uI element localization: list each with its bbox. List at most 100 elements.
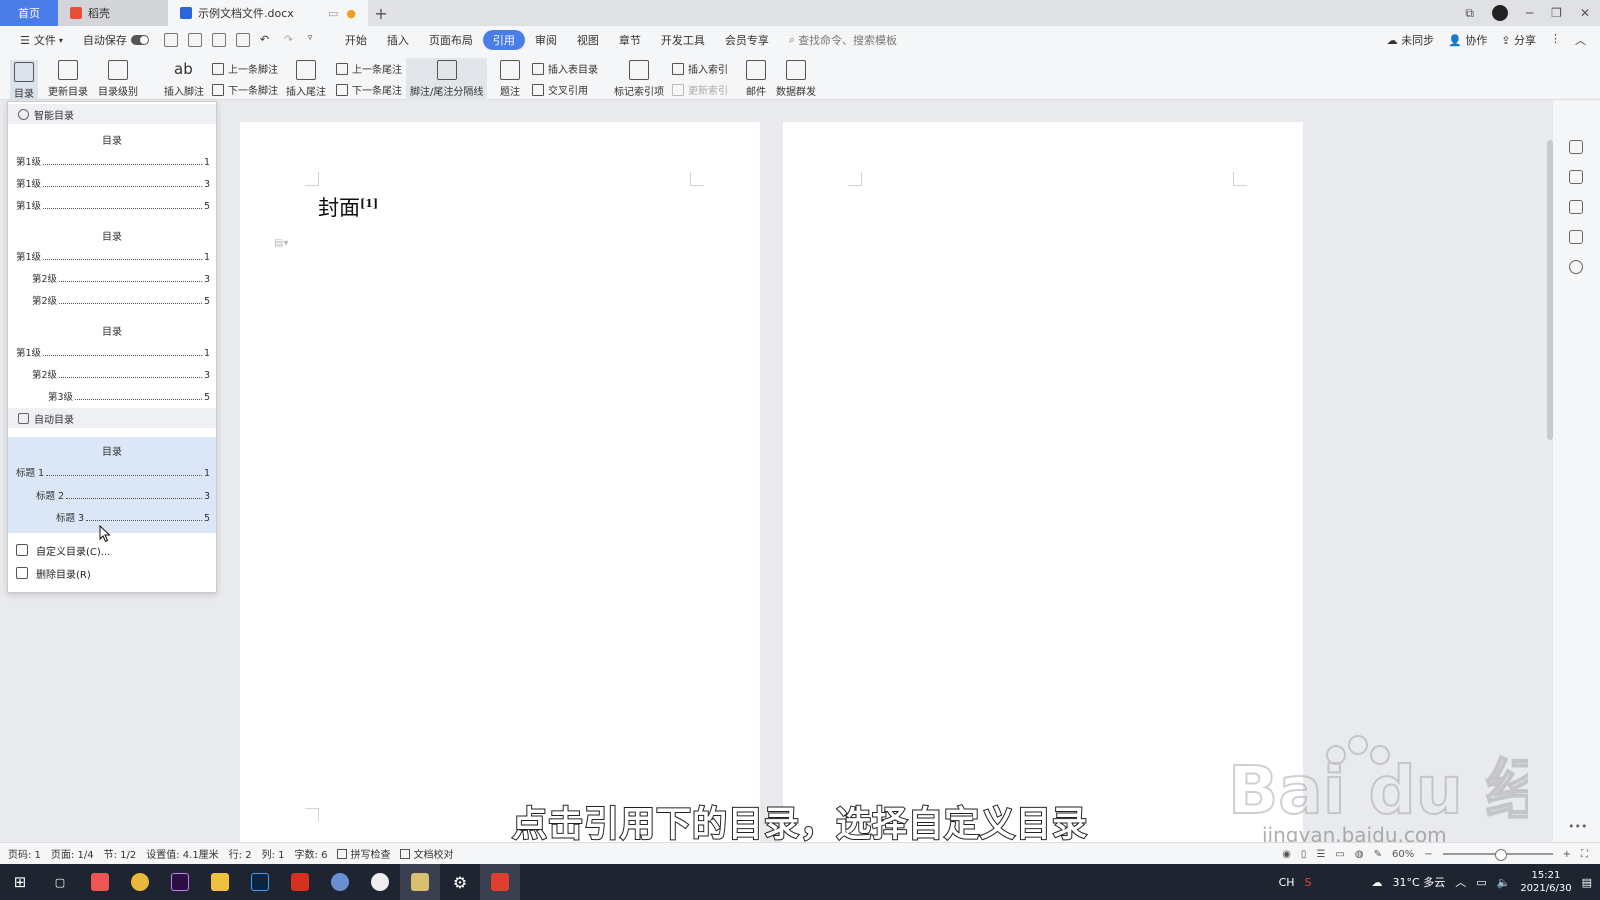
web-view-icon[interactable]: ◍: [1355, 849, 1364, 860]
page-view-icon[interactable]: ▯: [1301, 849, 1307, 860]
next-endnote-button[interactable]: 下一条尾注: [336, 82, 402, 97]
new-tab-button[interactable]: +: [368, 0, 394, 26]
share-button[interactable]: ⇪ 分享: [1501, 32, 1536, 48]
zoom-in-icon[interactable]: +: [1563, 849, 1571, 860]
command-search[interactable]: ⌕ 查找命令、搜索模板: [779, 30, 907, 50]
next-footnote-button[interactable]: 下一条脚注: [212, 82, 278, 97]
sync-button[interactable]: ☁ 未同步: [1387, 32, 1435, 48]
customize-chevron-icon[interactable]: ▿: [308, 33, 322, 47]
taskbar-explorer[interactable]: [200, 864, 240, 900]
custom-toc-item[interactable]: 自定义目录(C)...: [16, 540, 211, 560]
menu-tab-layout[interactable]: 页面布局: [419, 30, 483, 50]
more-icon[interactable]: ⋮: [1550, 32, 1561, 48]
taskbar-app-2[interactable]: [320, 864, 360, 900]
status-section[interactable]: 节: 1/2: [104, 846, 137, 861]
clock[interactable]: 15:21 2021/6/30: [1520, 869, 1571, 895]
zoom-out-icon[interactable]: −: [1424, 849, 1432, 860]
taskbar-premiere[interactable]: [160, 864, 200, 900]
menu-tab-member[interactable]: 会员专享: [715, 30, 779, 50]
close-icon[interactable]: ✕: [1580, 6, 1590, 20]
status-pages[interactable]: 页面: 1/4: [51, 846, 94, 861]
menu-tab-start[interactable]: 开始: [335, 30, 377, 50]
menu-tab-references[interactable]: 引用: [482, 30, 525, 50]
mail-button[interactable]: 邮件: [746, 60, 766, 98]
taskbar-wps-writer[interactable]: [480, 864, 520, 900]
data-mail-button[interactable]: 数据群发: [776, 60, 816, 98]
sogou-icon[interactable]: S: [1305, 876, 1312, 889]
taskbar-wps[interactable]: [280, 864, 320, 900]
toc-button[interactable]: 目录: [10, 60, 38, 102]
style-icon[interactable]: [1569, 140, 1583, 154]
weather-icon[interactable]: ☁: [1372, 876, 1383, 889]
zoom-value[interactable]: 60%: [1392, 849, 1414, 860]
write-view-icon[interactable]: ✎: [1374, 849, 1382, 860]
footnote-reference[interactable]: [1]: [360, 197, 378, 210]
cross-ref-button[interactable]: 交叉引用: [532, 82, 588, 97]
insert-table-of-figures-button[interactable]: 插入表目录: [532, 61, 598, 76]
redo-icon[interactable]: ↷: [284, 33, 298, 47]
network-icon[interactable]: ▭: [1476, 876, 1486, 889]
separator-button[interactable]: 脚注/尾注分隔线: [406, 58, 488, 100]
paragraph-options-icon[interactable]: ▤▾: [274, 238, 288, 249]
print-icon[interactable]: [211, 33, 226, 47]
taskbar-photoshop[interactable]: [240, 864, 280, 900]
pen-icon[interactable]: [1569, 170, 1583, 184]
eye-protection-icon[interactable]: ◉: [1282, 849, 1291, 860]
fullscreen-icon[interactable]: ⛶: [1581, 849, 1588, 860]
collapse-ribbon-icon[interactable]: ︿: [1575, 32, 1586, 48]
save-icon[interactable]: [163, 33, 178, 47]
delete-toc-item[interactable]: 删除目录(R): [16, 563, 211, 583]
taskbar-settings[interactable]: ⚙: [440, 864, 480, 900]
update-index-button[interactable]: 更新索引: [672, 82, 728, 97]
auto-toc-option[interactable]: 目录 标题 1 1 标题 2 3 标题 3 5: [8, 437, 216, 533]
taskbar-app-1[interactable]: [80, 864, 120, 900]
spellcheck-toggle[interactable]: 拼写检查: [337, 846, 390, 861]
menu-tab-insert[interactable]: 插入: [377, 30, 419, 50]
document-heading[interactable]: 封面[1]: [318, 192, 378, 222]
doc-check-toggle[interactable]: 文档校对: [400, 846, 453, 861]
prev-footnote-button[interactable]: 上一条脚注: [212, 61, 278, 76]
notification-icon[interactable]: ▤: [1582, 876, 1592, 889]
tab-home[interactable]: 首页: [0, 0, 58, 26]
mark-index-button[interactable]: 标记索引项: [614, 60, 664, 98]
insert-footnote-button[interactable]: ab 插入脚注: [164, 60, 204, 98]
status-word-count[interactable]: 字数: 6: [295, 846, 328, 861]
insert-index-button[interactable]: 插入索引: [672, 61, 728, 76]
insert-endnote-button[interactable]: 插入尾注: [286, 60, 326, 98]
task-view-button[interactable]: ▢: [40, 864, 80, 900]
ime-indicator[interactable]: CH: [1279, 876, 1295, 889]
cursor-icon[interactable]: [1569, 200, 1583, 214]
caption-button[interactable]: 题注: [500, 60, 520, 98]
taskbar-app-4[interactable]: [400, 864, 440, 900]
print-preview-icon[interactable]: [235, 33, 250, 47]
taskbar-chrome[interactable]: [120, 864, 160, 900]
collab-button[interactable]: 👤 协作: [1448, 32, 1487, 48]
file-menu[interactable]: ☰ 文件 ▾: [10, 30, 73, 50]
restore-icon[interactable]: ❐: [1551, 6, 1562, 20]
zoom-slider[interactable]: [1442, 849, 1553, 861]
avatar[interactable]: [1491, 5, 1508, 21]
format-painter-icon[interactable]: [187, 33, 202, 47]
document-page-1[interactable]: 封面[1] ▤▾: [240, 122, 760, 844]
weather-text[interactable]: 31°C 多云: [1393, 874, 1446, 890]
tray-chevron-icon[interactable]: ︿: [1455, 874, 1466, 890]
update-toc-button[interactable]: 更新目录: [48, 60, 88, 98]
undo-icon[interactable]: ↶: [260, 33, 274, 47]
tab-document[interactable]: 示例文档文件.docx ▭ ●: [168, 0, 368, 26]
menu-tab-chapter[interactable]: 章节: [609, 30, 651, 50]
taskbar-app-3[interactable]: [360, 864, 400, 900]
tab-device-icon[interactable]: ▭: [328, 7, 338, 20]
menu-tab-review[interactable]: 审阅: [525, 30, 567, 50]
tab-daoke[interactable]: 稻壳: [58, 0, 168, 26]
autosave-toggle[interactable]: 自动保存: [73, 30, 159, 50]
help-icon[interactable]: [1569, 260, 1583, 274]
layout-icon[interactable]: ⧉: [1465, 6, 1474, 21]
status-page-number[interactable]: 页码: 1: [8, 846, 41, 861]
volume-icon[interactable]: 🔈: [1497, 876, 1511, 889]
prev-endnote-button[interactable]: 上一条尾注: [336, 61, 402, 76]
document-page-2[interactable]: [783, 122, 1303, 844]
adjust-icon[interactable]: [1569, 230, 1583, 244]
menu-tab-view[interactable]: 视图: [567, 30, 609, 50]
toc-level-button[interactable]: 目录级别: [98, 60, 138, 98]
menu-tab-developer[interactable]: 开发工具: [651, 30, 715, 50]
